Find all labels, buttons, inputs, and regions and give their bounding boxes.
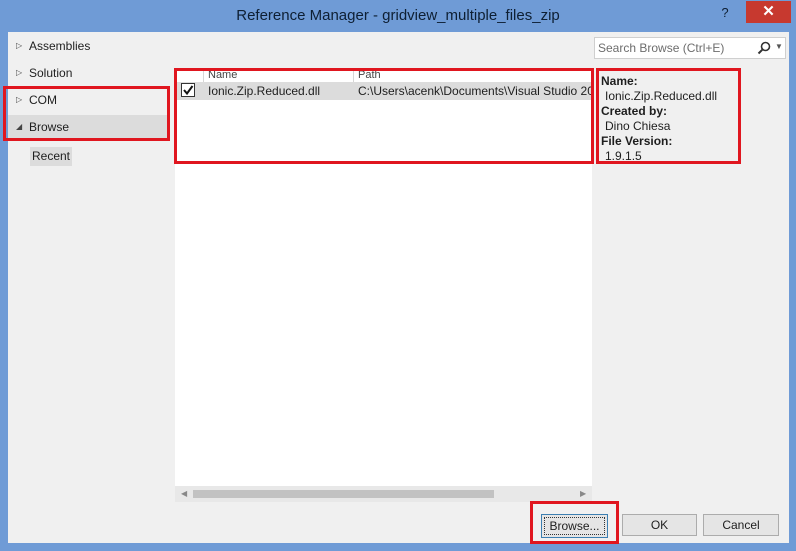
close-button[interactable]: ✕ xyxy=(746,1,791,23)
sidebar-item-label: Solution xyxy=(29,66,73,80)
cancel-button[interactable]: Cancel xyxy=(703,514,779,536)
sidebar-item-assemblies[interactable]: ▷ Assemblies xyxy=(8,34,168,58)
scroll-right-icon[interactable]: ▶ xyxy=(580,489,588,499)
highlight-box-details xyxy=(596,68,741,164)
sidebar-item-label: Assemblies xyxy=(29,39,91,53)
help-button[interactable]: ? xyxy=(712,2,738,24)
window-title: Reference Manager - gridview_multiple_fi… xyxy=(236,7,560,24)
ok-button[interactable]: OK xyxy=(622,514,697,536)
expand-arrow-icon: ▷ xyxy=(16,68,23,77)
title-bar: Reference Manager - gridview_multiple_fi… xyxy=(0,0,796,32)
highlight-box-list xyxy=(174,68,594,164)
search-input[interactable] xyxy=(598,40,748,56)
search-box[interactable]: ▼ xyxy=(594,37,786,59)
scrollbar-thumb[interactable] xyxy=(193,490,494,498)
scroll-left-icon[interactable]: ◀ xyxy=(181,489,189,499)
highlight-box-sidebar xyxy=(3,86,170,141)
search-icon[interactable] xyxy=(757,41,771,55)
sidebar-item-solution[interactable]: ▷ Solution xyxy=(8,61,168,85)
highlight-box-browse xyxy=(530,501,619,544)
sidebar-item-recent[interactable]: Recent xyxy=(30,147,72,166)
chevron-down-icon[interactable]: ▼ xyxy=(775,42,783,54)
expand-arrow-icon: ▷ xyxy=(16,41,23,50)
